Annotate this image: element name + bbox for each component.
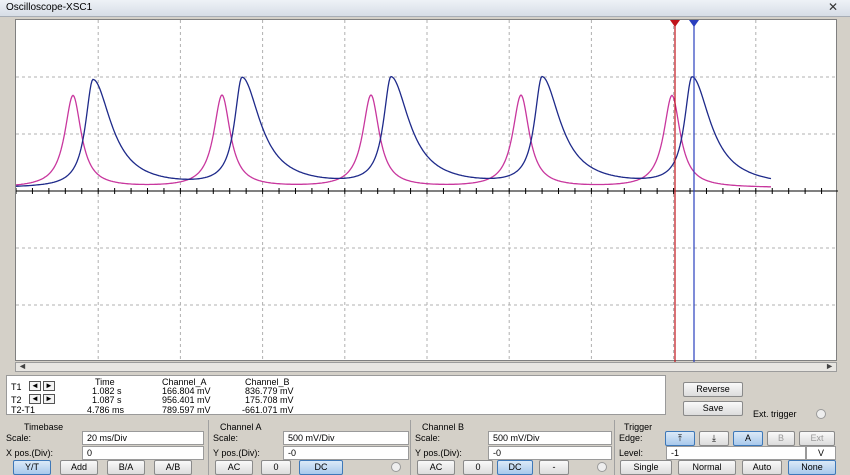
- trace-channel-b: [16, 75, 772, 187]
- trigger-single-button[interactable]: Single: [620, 460, 672, 475]
- ext-trigger-label: Ext. trigger: [753, 409, 797, 419]
- readout-diff-a: 789.597 mV: [162, 405, 211, 415]
- trigger-source-b-button[interactable]: B: [767, 431, 795, 446]
- channel-b-ypos-label: Y pos.(Div):: [415, 448, 462, 458]
- trigger-level-label: Level:: [619, 448, 644, 458]
- channel-a-scale-field[interactable]: 500 mV/Div: [283, 431, 409, 445]
- trigger-title: Trigger: [624, 422, 653, 432]
- timebase-scale-label: Scale:: [6, 433, 32, 443]
- right-arrow-icon[interactable]: ►: [43, 394, 55, 404]
- left-arrow-icon[interactable]: ◄: [29, 394, 41, 404]
- ext-trigger-indicator[interactable]: [816, 409, 826, 419]
- cursor-2-handle: [689, 20, 699, 27]
- timebase-scale-field[interactable]: 20 ms/Div: [82, 431, 204, 445]
- trigger-auto-button[interactable]: Auto: [742, 460, 782, 475]
- channel-a-scale-label: Scale:: [213, 433, 239, 443]
- reverse-button[interactable]: Reverse: [683, 382, 743, 397]
- channel-a-zero-button[interactable]: 0: [261, 460, 291, 475]
- trigger-edge-label: Edge:: [619, 433, 643, 443]
- a-over-b-button[interactable]: A/B: [154, 460, 192, 475]
- channel-a-title: Channel A: [220, 422, 262, 432]
- rising-edge-icon[interactable]: ⤒: [665, 431, 695, 446]
- save-button[interactable]: Save: [683, 401, 743, 416]
- channel-a-dc-button[interactable]: DC: [299, 460, 343, 475]
- trigger-normal-button[interactable]: Normal: [678, 460, 736, 475]
- channel-a-ac-button[interactable]: AC: [215, 460, 253, 475]
- trigger-level-field[interactable]: -1: [666, 446, 806, 460]
- right-arrow-icon[interactable]: ►: [43, 381, 55, 391]
- channel-b-title: Channel B: [422, 422, 465, 432]
- separator: [208, 420, 209, 475]
- channel-b-zero-button[interactable]: 0: [463, 460, 493, 475]
- yt-button[interactable]: Y/T: [13, 460, 51, 475]
- falling-edge-icon[interactable]: ⤓: [699, 431, 729, 446]
- channel-b-minus-button[interactable]: -: [539, 460, 569, 475]
- channel-a-radio[interactable]: [391, 462, 401, 472]
- trace-channel-a: [16, 94, 771, 188]
- channel-a-ypos-label: Y pos.(Div):: [213, 448, 260, 458]
- scroll-right-icon[interactable]: ►: [825, 361, 834, 371]
- readout-row-label: T2: [11, 395, 22, 405]
- channel-b-radio[interactable]: [597, 462, 607, 472]
- trigger-source-a-button[interactable]: A: [733, 431, 763, 446]
- readout-row-label: T2-T1: [11, 405, 36, 415]
- channel-b-scale-field[interactable]: 500 mV/Div: [488, 431, 612, 445]
- channel-b-scale-label: Scale:: [415, 433, 441, 443]
- separator: [410, 420, 411, 475]
- channel-a-ypos-field[interactable]: -0: [283, 446, 409, 460]
- separator: [614, 420, 615, 475]
- readout-t2-b: 175.708 mV: [245, 395, 294, 405]
- channel-b-ypos-field[interactable]: -0: [488, 446, 612, 460]
- title-bar: Oscilloscope-XSC1 ✕: [0, 0, 850, 17]
- cursor-readout-panel: Time Channel_A Channel_B T1 ◄ ► 1.082 s …: [6, 375, 666, 415]
- channel-b-dc-button[interactable]: DC: [497, 460, 533, 475]
- trigger-none-button[interactable]: None: [788, 460, 836, 475]
- trigger-level-unit: V: [806, 446, 836, 460]
- timebase-xpos-label: X pos.(Div):: [6, 448, 54, 458]
- horizontal-scrollbar[interactable]: ◄ ►: [15, 361, 837, 372]
- add-button[interactable]: Add: [60, 460, 98, 475]
- readout-t2-time: 1.087 s: [92, 395, 122, 405]
- close-icon[interactable]: ✕: [828, 0, 838, 14]
- window-title: Oscilloscope-XSC1: [6, 2, 93, 13]
- readout-row-label: T1: [11, 382, 22, 392]
- readout-diff-b: -661.071 mV: [242, 405, 294, 415]
- readout-diff-time: 4.786 ms: [87, 405, 125, 415]
- timebase-title: Timebase: [24, 422, 64, 432]
- scope-display: [16, 20, 838, 362]
- scope-grid: [16, 20, 838, 362]
- left-arrow-icon[interactable]: ◄: [29, 381, 41, 391]
- trigger-source-ext-button[interactable]: Ext: [799, 431, 835, 446]
- readout-t2-a: 956.401 mV: [162, 395, 211, 405]
- scroll-left-icon[interactable]: ◄: [18, 361, 27, 371]
- channel-b-ac-button[interactable]: AC: [417, 460, 455, 475]
- scope-screen[interactable]: [15, 19, 838, 362]
- timebase-xpos-field[interactable]: 0: [82, 446, 204, 460]
- b-over-a-button[interactable]: B/A: [107, 460, 145, 475]
- cursor-1-handle: [670, 20, 680, 27]
